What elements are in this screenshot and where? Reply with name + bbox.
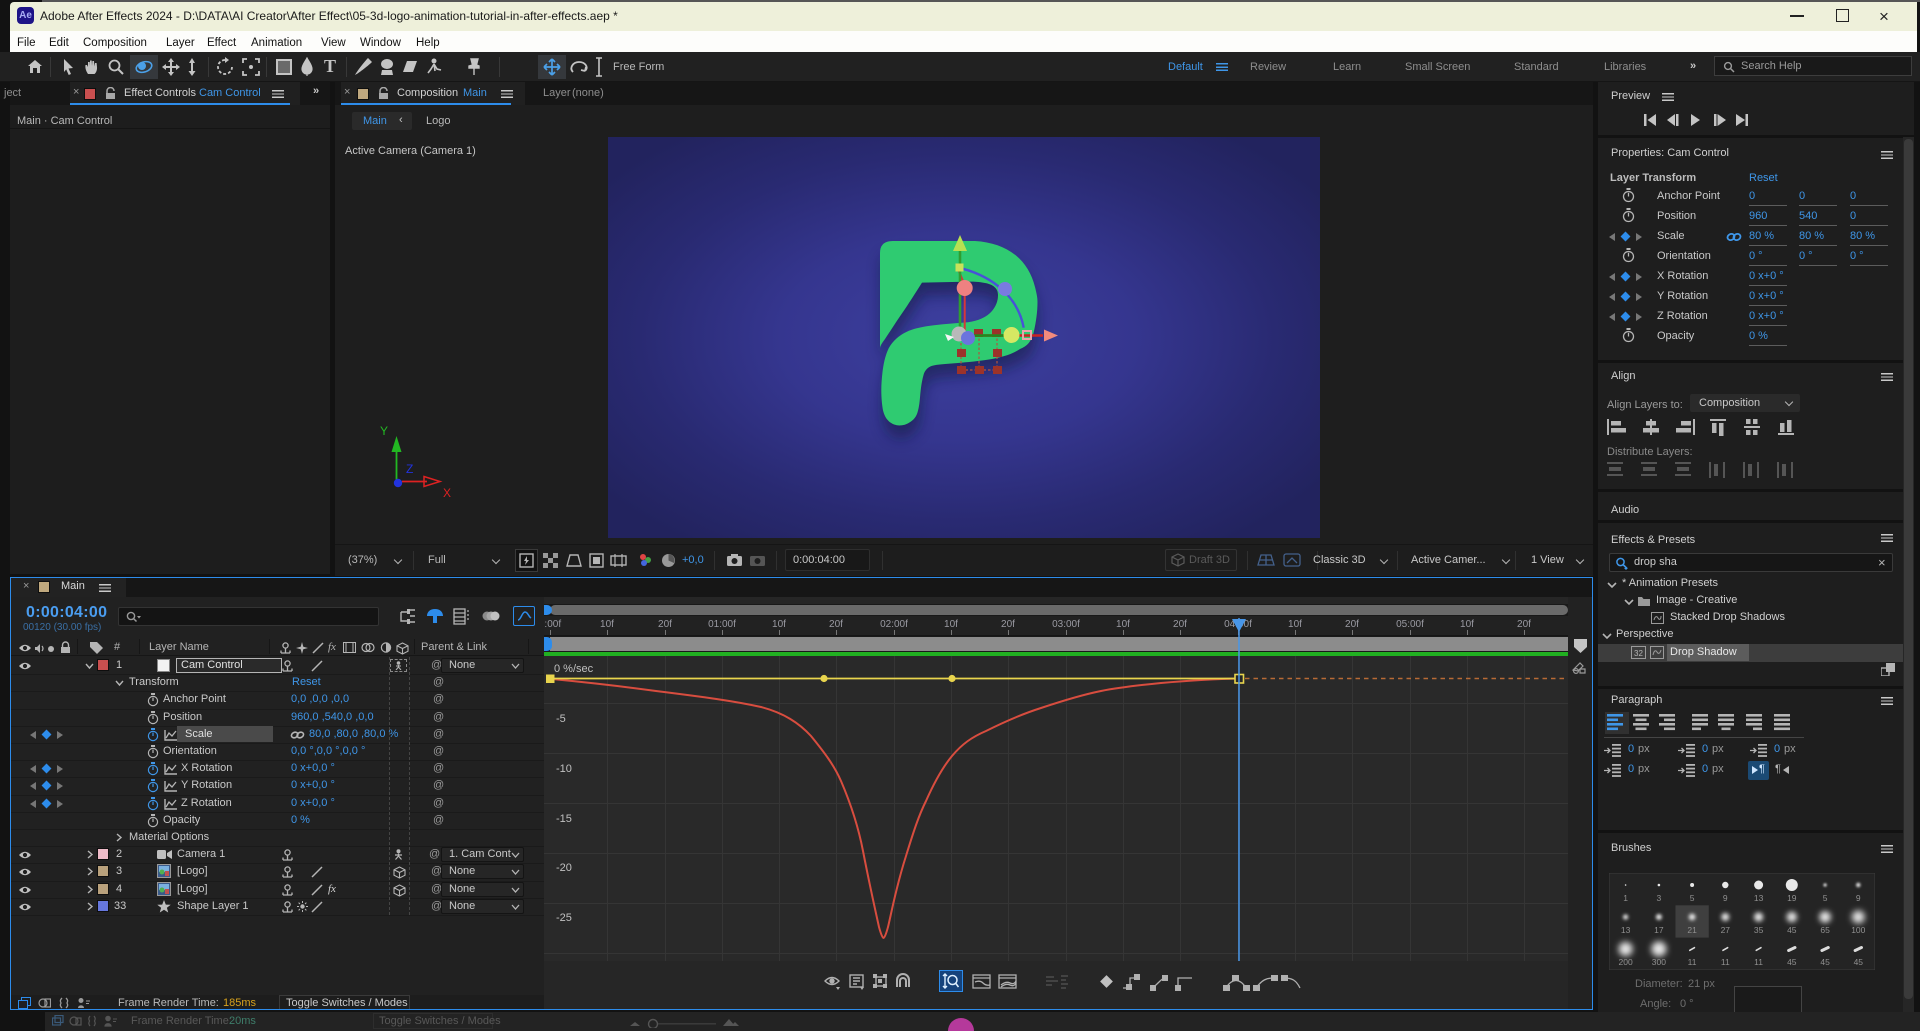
svg-text:1: 1 bbox=[1623, 893, 1628, 903]
svg-text:300: 300 bbox=[1652, 957, 1666, 967]
svg-text:11: 11 bbox=[1754, 957, 1763, 967]
svg-text:17: 17 bbox=[1654, 925, 1664, 935]
svg-text:5: 5 bbox=[1690, 893, 1695, 903]
svg-text:11: 11 bbox=[1721, 957, 1730, 967]
svg-text:65: 65 bbox=[1820, 925, 1830, 935]
svg-text:Y: Y bbox=[380, 424, 388, 438]
svg-text:9: 9 bbox=[1856, 893, 1861, 903]
svg-text:45: 45 bbox=[1820, 957, 1830, 967]
svg-text:35: 35 bbox=[1754, 925, 1764, 935]
svg-text:21: 21 bbox=[1687, 925, 1697, 935]
svg-text:27: 27 bbox=[1721, 925, 1731, 935]
svg-text:45: 45 bbox=[1787, 957, 1797, 967]
svg-text:19: 19 bbox=[1787, 893, 1797, 903]
svg-text:9: 9 bbox=[1723, 893, 1728, 903]
svg-text:45: 45 bbox=[1787, 925, 1797, 935]
svg-text:3: 3 bbox=[1657, 893, 1662, 903]
svg-text:200: 200 bbox=[1619, 957, 1633, 967]
svg-text:100: 100 bbox=[1851, 925, 1865, 935]
svg-text:Z: Z bbox=[406, 462, 413, 476]
svg-text:11: 11 bbox=[1688, 957, 1697, 967]
svg-text:45: 45 bbox=[1854, 957, 1864, 967]
svg-text:5: 5 bbox=[1823, 893, 1828, 903]
svg-text:13: 13 bbox=[1621, 925, 1631, 935]
svg-text:13: 13 bbox=[1754, 893, 1764, 903]
svg-text:X: X bbox=[443, 486, 451, 500]
